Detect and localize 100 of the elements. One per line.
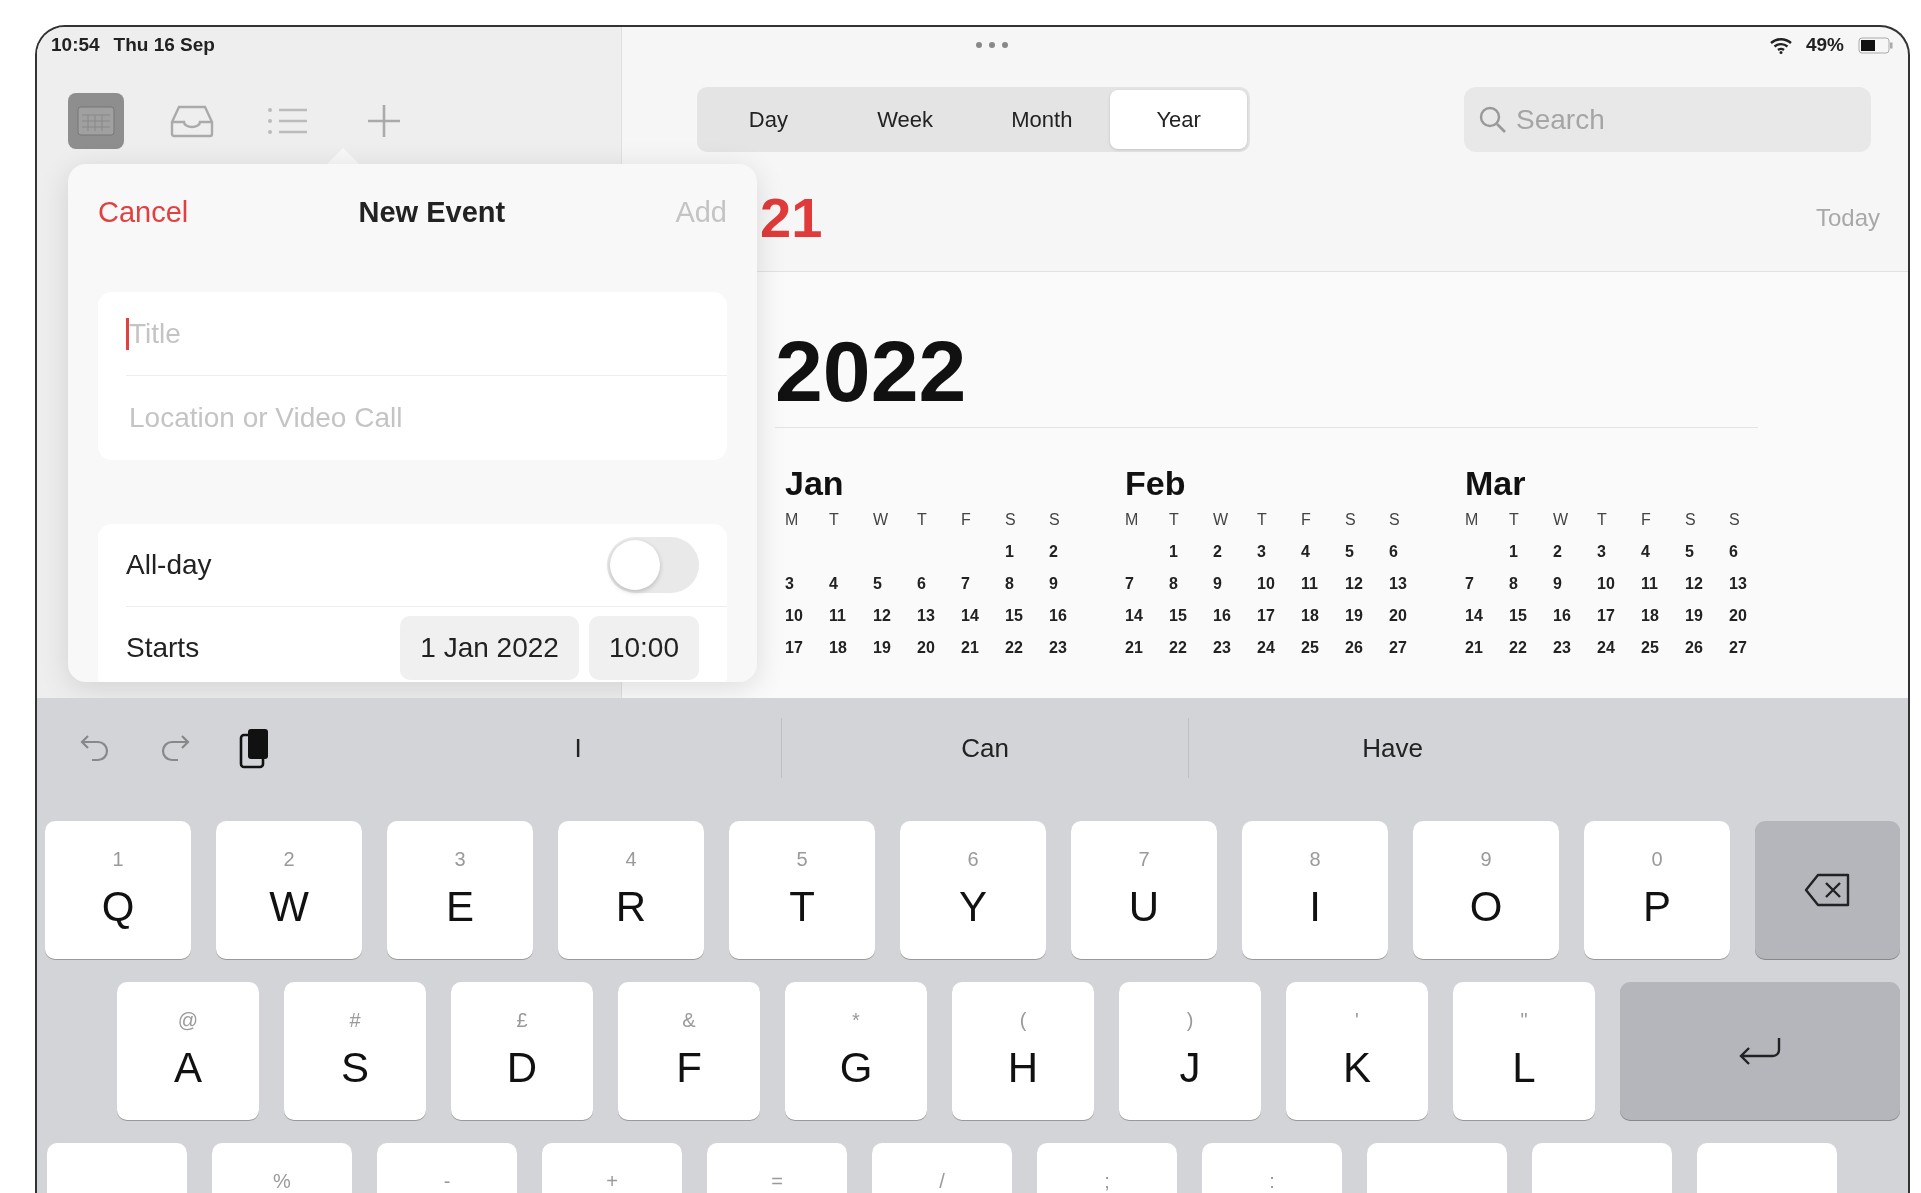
view-tab[interactable]: Month [973,90,1111,149]
day-number[interactable]: 18 [829,639,873,665]
day-number[interactable]: 16 [1553,607,1597,633]
day-number[interactable]: 5 [873,575,917,601]
text-field[interactable]: Location or Video Call [126,402,727,434]
day-number[interactable]: 8 [1005,575,1049,601]
day-number[interactable]: 2 [1213,543,1257,569]
undo-icon[interactable] [79,733,111,763]
day-number[interactable]: 20 [1389,607,1433,633]
day-number[interactable]: 23 [1213,639,1257,665]
day-number[interactable]: 2 [1553,543,1597,569]
key[interactable]: 0 P [1584,821,1730,959]
day-number[interactable]: 18 [1301,607,1345,633]
day-number[interactable]: 14 [1465,607,1509,633]
day-number[interactable]: 4 [1641,543,1685,569]
day-number[interactable]: 7 [961,575,1005,601]
day-number[interactable]: 5 [1685,543,1729,569]
text-field[interactable]: Title [126,317,727,350]
day-number[interactable]: 10 [1257,575,1301,601]
day-number[interactable]: 11 [1641,575,1685,601]
day-number[interactable]: 11 [829,607,873,633]
day-number[interactable]: 4 [829,575,873,601]
day-number[interactable]: 4 [1301,543,1345,569]
day-number[interactable]: 24 [1597,639,1641,665]
day-number[interactable]: 19 [1345,607,1389,633]
day-number[interactable]: 1 [1005,543,1049,569]
day-number[interactable]: 27 [1389,639,1433,665]
day-number[interactable]: 15 [1005,607,1049,633]
search-field[interactable]: Search [1464,87,1871,152]
key[interactable]: * G [785,982,927,1120]
day-number[interactable]: 9 [1049,575,1093,601]
day-number[interactable]: 13 [1729,575,1773,601]
day-number[interactable]: 3 [1597,543,1641,569]
day-number[interactable]: 6 [917,575,961,601]
backspace-key[interactable] [1755,821,1900,959]
day-number[interactable]: 13 [917,607,961,633]
view-tab[interactable]: Week [836,90,974,149]
redo-icon[interactable] [159,733,191,763]
key[interactable]: 6 Y [900,821,1046,959]
day-number[interactable]: 23 [1553,639,1597,665]
key[interactable]: 2 W [216,821,362,959]
day-number[interactable]: 22 [1169,639,1213,665]
key[interactable]: 4 R [558,821,704,959]
day-number[interactable]: 17 [785,639,829,665]
month-name[interactable]: Feb [1125,464,1407,503]
day-number[interactable]: 6 [1729,543,1773,569]
day-number[interactable]: 7 [1465,575,1509,601]
day-number[interactable]: 22 [1005,639,1049,665]
clipboard-icon[interactable] [239,727,271,769]
key[interactable]: & F [618,982,760,1120]
day-number[interactable]: 2 [1049,543,1093,569]
day-number[interactable]: 1 [1509,543,1553,569]
day-number[interactable]: 21 [961,639,1005,665]
key[interactable]: 3 E [387,821,533,959]
day-number[interactable]: 17 [1257,607,1301,633]
key[interactable]: ) J [1119,982,1261,1120]
day-number[interactable]: 14 [1125,607,1169,633]
key[interactable]: 5 T [729,821,875,959]
key[interactable]: £ D [451,982,593,1120]
suggestion[interactable]: Can [782,718,1189,778]
key[interactable]: # S [284,982,426,1120]
day-number[interactable]: 22 [1509,639,1553,665]
day-number[interactable]: 16 [1049,607,1093,633]
all-day-toggle[interactable] [607,537,699,593]
day-number[interactable]: 21 [1465,639,1509,665]
day-number[interactable]: 1 [1169,543,1213,569]
day-number[interactable]: 26 [1345,639,1389,665]
day-number[interactable]: 12 [1685,575,1729,601]
view-tab[interactable]: Day [700,90,837,149]
day-number[interactable]: 23 [1049,639,1093,665]
day-number[interactable]: 5 [1345,543,1389,569]
calendar-button[interactable] [68,93,124,149]
day-number[interactable]: 27 [1729,639,1773,665]
day-number[interactable]: 20 [1729,607,1773,633]
day-number[interactable]: 11 [1301,575,1345,601]
day-number[interactable]: 3 [785,575,829,601]
month-name[interactable]: Mar [1465,464,1747,503]
key[interactable]: 1 Q [45,821,191,959]
day-number[interactable]: 15 [1169,607,1213,633]
start-date-button[interactable]: 1 Jan 2022 [400,616,579,680]
day-number[interactable]: 9 [1553,575,1597,601]
day-number[interactable]: 25 [1641,639,1685,665]
day-number[interactable]: 25 [1301,639,1345,665]
key[interactable]: 7 U [1071,821,1217,959]
day-number[interactable]: 12 [1345,575,1389,601]
day-number[interactable]: 13 [1389,575,1433,601]
key[interactable]: ' K [1286,982,1428,1120]
key[interactable]: " L [1453,982,1595,1120]
day-number[interactable]: 10 [785,607,829,633]
day-number[interactable]: 10 [1597,575,1641,601]
day-number[interactable]: 8 [1169,575,1213,601]
key[interactable]: 8 I [1242,821,1388,959]
day-number[interactable]: 16 [1213,607,1257,633]
day-number[interactable]: 26 [1685,639,1729,665]
day-number[interactable]: 17 [1597,607,1641,633]
suggestion[interactable]: Have [1189,718,1596,778]
day-number[interactable]: 3 [1257,543,1301,569]
month-name[interactable]: Jan [785,464,1067,503]
day-number[interactable]: 24 [1257,639,1301,665]
day-number[interactable]: 15 [1509,607,1553,633]
